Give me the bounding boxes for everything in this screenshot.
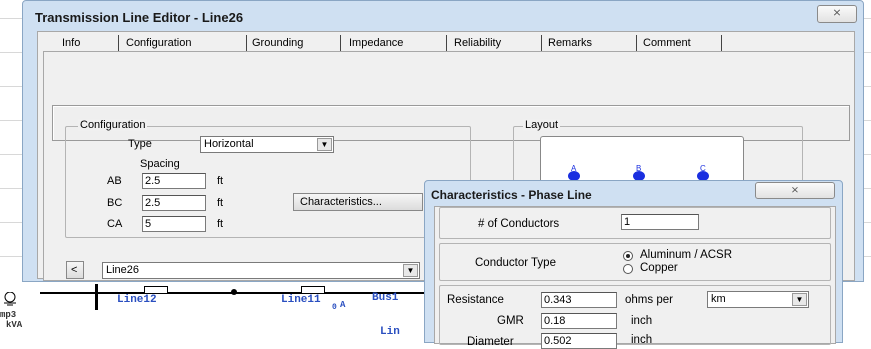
tab-divider <box>340 35 341 51</box>
ab-label: AB <box>107 175 122 187</box>
prev-line-button[interactable]: < <box>66 261 84 279</box>
resistance-per-select[interactable]: km ▼ <box>707 291 809 308</box>
gmr-label: GMR <box>497 315 524 327</box>
tab-divider <box>246 35 247 51</box>
chevron-down-icon[interactable]: ▼ <box>792 293 807 306</box>
spacing-label: Spacing <box>140 158 180 170</box>
radio-aluminum-acsr-label[interactable]: Aluminum / ACSR <box>640 249 732 261</box>
bus-bar <box>95 284 98 310</box>
radio-aluminum-acsr[interactable] <box>623 251 633 261</box>
tab-divider <box>636 35 637 51</box>
ground-icon <box>2 291 18 306</box>
line12-symbol <box>144 286 168 294</box>
canvas-label-kva: kVA <box>6 320 23 330</box>
resistance-unit: ohms per <box>625 294 673 306</box>
close-button[interactable]: ⨯ <box>817 5 857 23</box>
type-select[interactable]: Horizontal ▼ <box>200 136 334 153</box>
dialog-client-area: # of Conductors 1 Conductor Type Aluminu… <box>434 206 836 349</box>
characteristics-dialog: Characteristics - Phase Line ⨯ # of Cond… <box>424 180 843 349</box>
line11-symbol <box>301 286 325 294</box>
tab-remarks[interactable]: Remarks <box>545 35 595 51</box>
canvas-label-line11[interactable]: Line11 <box>281 294 321 306</box>
characteristics-button[interactable]: Characteristics... <box>293 193 423 211</box>
window-title: Transmission Line Editor - Line26 <box>35 10 244 25</box>
canvas-label-zero: 0 <box>332 303 337 312</box>
ca-label: CA <box>107 218 123 230</box>
tab-impedance[interactable]: Impedance <box>346 35 406 51</box>
bc-spacing-input[interactable]: 2.5 <box>142 195 206 211</box>
tab-divider <box>446 35 447 51</box>
tab-divider <box>118 35 119 51</box>
tab-info[interactable]: Info <box>59 35 83 51</box>
canvas-label-lin[interactable]: Lin <box>380 326 400 338</box>
tab-grounding[interactable]: Grounding <box>249 35 306 51</box>
line-select-value: Line26 <box>106 264 140 276</box>
ca-unit: ft <box>217 218 224 230</box>
tab-comment[interactable]: Comment <box>640 35 694 51</box>
canvas-label-bus1[interactable]: Bus1 <box>372 292 398 304</box>
bc-unit: ft <box>217 197 224 209</box>
canvas-label-phase-a: A <box>340 300 346 310</box>
dialog-close-button[interactable]: ⨯ <box>755 182 835 199</box>
bc-label: BC <box>107 197 123 209</box>
gmr-input[interactable]: 0.18 <box>541 313 617 329</box>
ca-spacing-input[interactable]: 5 <box>142 216 206 232</box>
layout-group-label: Layout <box>523 119 561 131</box>
diameter-unit: inch <box>631 334 653 346</box>
resistance-per-value: km <box>711 293 726 305</box>
tab-reliability[interactable]: Reliability <box>451 35 504 51</box>
conductors-input[interactable]: 1 <box>621 214 699 230</box>
conductor-type-label: Conductor Type <box>475 257 556 269</box>
canvas-label-mp3: mp3 <box>0 310 17 320</box>
diameter-input[interactable]: 0.502 <box>541 333 617 349</box>
tab-configuration[interactable]: Configuration <box>123 35 194 51</box>
chevron-down-icon[interactable]: ▼ <box>403 264 418 277</box>
gmr-unit: inch <box>631 315 653 327</box>
tab-divider <box>721 35 722 51</box>
chevron-down-icon[interactable]: ▼ <box>317 138 332 151</box>
resistance-input[interactable]: 0.343 <box>541 292 617 308</box>
type-label: Type <box>128 138 152 150</box>
tab-divider <box>541 35 542 51</box>
conductors-label: # of Conductors <box>478 218 560 230</box>
configuration-group-label: Configuration <box>78 119 148 131</box>
diameter-label: Diameter <box>467 336 514 348</box>
type-select-value: Horizontal <box>204 138 254 150</box>
dialog-title: Characteristics - Phase Line <box>431 188 592 202</box>
radio-copper-label[interactable]: Copper <box>640 262 678 274</box>
line-select[interactable]: Line26 ▼ <box>102 262 420 279</box>
resistance-label: Resistance <box>447 294 504 306</box>
bus-node <box>231 289 237 295</box>
canvas-label-line12[interactable]: Line12 <box>117 294 157 306</box>
ab-spacing-input[interactable]: 2.5 <box>142 173 206 189</box>
ab-unit: ft <box>217 175 224 187</box>
radio-copper[interactable] <box>623 264 633 274</box>
